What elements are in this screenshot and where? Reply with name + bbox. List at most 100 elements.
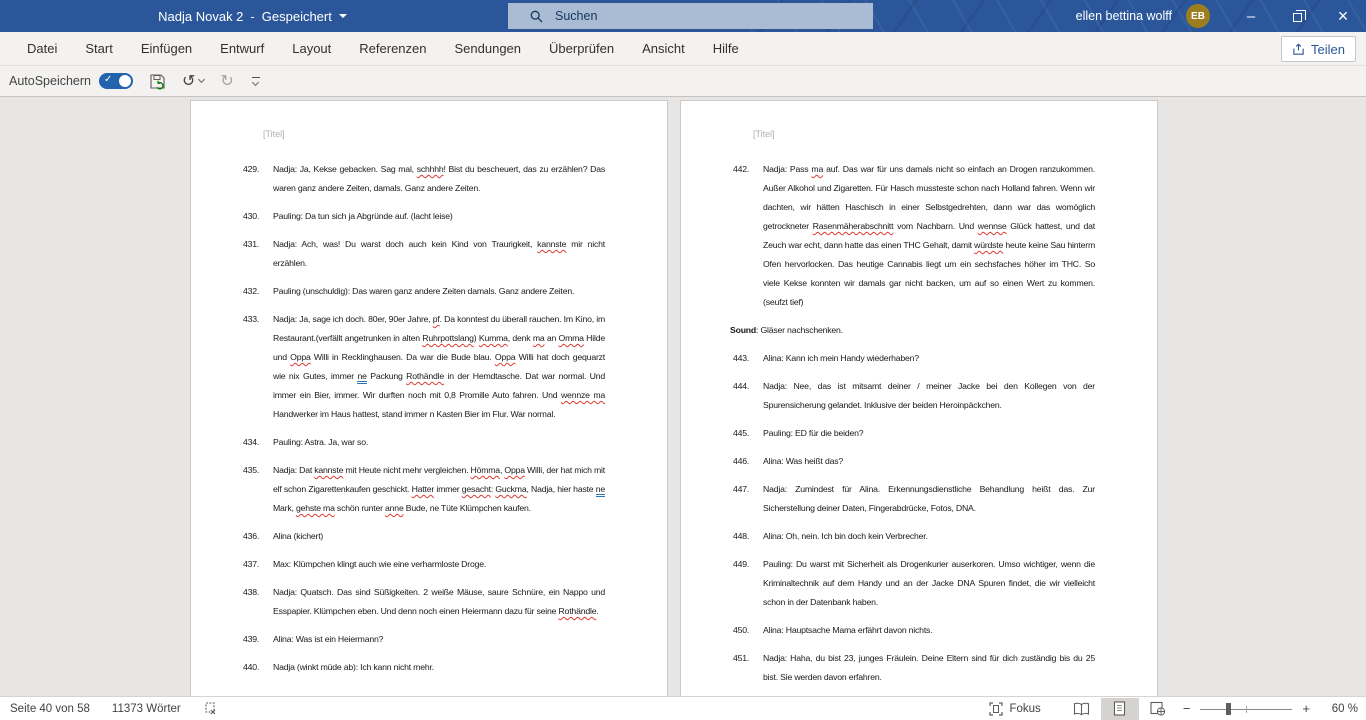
entry-text: Pauling: Du warst mit Sicherheit als Dro… (763, 555, 1095, 612)
entry-number: 448. (733, 527, 763, 546)
close-button[interactable]: × (1320, 0, 1366, 32)
autosave-toggle[interactable]: ✓ (99, 73, 133, 89)
script-entry: 451.Nadja: Haha, du bist 23, junges Fräu… (733, 649, 1157, 687)
script-entry: 430.Pauling: Da tun sich ja Abgründe auf… (243, 207, 667, 226)
tab-hilfe[interactable]: Hilfe (699, 32, 753, 65)
spellcheck-flagged-word: Guckma (495, 484, 526, 494)
word-count[interactable]: 11373 Wörter (112, 703, 181, 715)
entry-number: 431. (243, 235, 273, 273)
entry-number: 447. (733, 480, 763, 518)
ribbon-tab-bar: DateiStartEinfügenEntwurfLayoutReferenze… (0, 32, 1366, 66)
entry-text: Alina: Was heißt das? (763, 452, 1095, 471)
tab-einfgen[interactable]: Einfügen (127, 32, 206, 65)
spellcheck-flagged-word: pf (433, 314, 440, 324)
spellcheck-flagged-word: Hömma (471, 465, 500, 475)
title-placeholder: [Titel] (753, 129, 1157, 139)
entry-text: Pauling: Da tun sich ja Abgründe auf. (l… (273, 207, 605, 226)
share-button[interactable]: Teilen (1281, 36, 1356, 62)
script-entry: 434.Pauling: Astra. Ja, war so. (243, 433, 667, 452)
check-icon: ✓ (104, 74, 112, 85)
entry-number: 449. (733, 555, 763, 612)
spellcheck-flagged-word: Oppa (290, 352, 310, 362)
document-canvas[interactable]: [Titel] 429.Nadja: Ja, Kekse gebacken. S… (0, 97, 1366, 696)
search-input[interactable]: Suchen (508, 3, 873, 29)
tab-sendungen[interactable]: Sendungen (441, 32, 536, 65)
word-window: Nadja Novak 2 - Gespeichert Suchen ellen… (0, 0, 1366, 720)
entry-text: Pauling: Astra. Ja, war so. (273, 433, 605, 452)
print-layout-button[interactable] (1101, 698, 1139, 720)
spellcheck-flagged-word: würdste (974, 240, 1003, 250)
zoom-in-button[interactable]: + (1296, 701, 1316, 716)
entry-text: Nadja: Pass ma auf. Das war für uns dama… (763, 160, 1095, 312)
zoom-slider-handle[interactable] (1226, 703, 1231, 715)
spellcheck-flagged-word: Oppa (504, 465, 524, 475)
script-entry: 442.Nadja: Pass ma auf. Das war für uns … (733, 160, 1157, 312)
entry-number: 438. (243, 583, 273, 621)
document-title[interactable]: Nadja Novak 2 - Gespeichert (0, 0, 505, 32)
tab-berprfen[interactable]: Überprüfen (535, 32, 628, 65)
title-placeholder: [Titel] (263, 129, 667, 139)
customize-toolbar-button[interactable] (252, 77, 260, 85)
minimize-button[interactable]: – (1228, 0, 1274, 32)
entry-number: 436. (243, 527, 273, 546)
account-name[interactable]: ellen bettina wolff (1076, 9, 1172, 23)
spellcheck-flagged-word: kannste (314, 465, 343, 475)
undo-button[interactable]: ↺ (182, 71, 204, 91)
restore-button[interactable] (1274, 0, 1320, 32)
entry-text: Nadja: Ja, sage ich doch. 80er, 90er Jah… (273, 310, 605, 424)
quick-access-toolbar: AutoSpeichern ✓ ↺ ↻ (0, 66, 1366, 97)
print-layout-icon (1113, 701, 1126, 716)
page-indicator[interactable]: Seite 40 von 58 (10, 703, 90, 715)
page-41[interactable]: [Titel] 442.Nadja: Pass ma auf. Das war … (680, 100, 1158, 696)
spellcheck-flagged-word: gesacht (462, 484, 491, 494)
entry-text: Nadja: Haha, du bist 23, junges Fräulein… (763, 649, 1095, 687)
entry-number: 443. (733, 349, 763, 368)
redo-button[interactable]: ↻ (220, 71, 233, 91)
tab-ansicht[interactable]: Ansicht (628, 32, 699, 65)
share-button-label: Teilen (1311, 42, 1345, 57)
spellcheck-flagged-word: Ruhrpottslang (422, 333, 474, 343)
restore-icon (1293, 13, 1302, 22)
read-mode-button[interactable] (1063, 698, 1101, 720)
status-bar: Seite 40 von 58 11373 Wörter Fokus (0, 696, 1366, 720)
script-entry: 440.Nadja (winkt müde ab): Ich kann nich… (243, 658, 667, 677)
script-entry: 447.Nadja: Zumindest für Alina. Erkennun… (733, 480, 1157, 518)
entry-number: 444. (733, 377, 763, 415)
tab-datei[interactable]: Datei (13, 32, 71, 65)
sound-direction: Sound: Gläser nachschenken. (730, 321, 1157, 340)
web-layout-button[interactable] (1139, 698, 1177, 720)
zoom-slider-center-tick (1246, 706, 1247, 713)
entry-number: 442. (733, 160, 763, 312)
zoom-out-button[interactable]: − (1177, 701, 1197, 716)
entry-number: 445. (733, 424, 763, 443)
script-entry: 432.Pauling (unschuldig): Das waren ganz… (243, 282, 667, 301)
zoom-slider[interactable] (1200, 698, 1292, 720)
entry-text: Pauling: ED für die beiden? (763, 424, 1095, 443)
entry-number: 433. (243, 310, 273, 424)
entry-number: 432. (243, 282, 273, 301)
chevron-down-icon (252, 79, 259, 86)
proofing-errors-button[interactable] (203, 701, 218, 716)
tab-referenzen[interactable]: Referenzen (345, 32, 440, 65)
focus-mode-button[interactable]: Fokus (989, 702, 1040, 716)
tab-entwurf[interactable]: Entwurf (206, 32, 278, 65)
page-40[interactable]: [Titel] 429.Nadja: Ja, Kekse gebacken. S… (190, 100, 668, 696)
web-layout-icon (1150, 701, 1166, 716)
script-entry: 449.Pauling: Du warst mit Sicherheit als… (733, 555, 1157, 612)
entry-number: 450. (733, 621, 763, 640)
script-entry: 445.Pauling: ED für die beiden? (733, 424, 1157, 443)
save-button[interactable] (149, 73, 166, 90)
avatar[interactable]: EB (1186, 4, 1210, 28)
spellcheck-flagged-word: Omma (559, 333, 584, 343)
entry-number: 451. (733, 649, 763, 687)
entry-text: Nadja: Ja, Kekse gebacken. Sag mal, schh… (273, 160, 605, 198)
entry-text: Nadja: Dat kannste mit Heute nicht mehr … (273, 461, 605, 518)
spellcheck-flagged-word: Hatter (412, 484, 434, 494)
minimize-icon: – (1247, 8, 1255, 25)
tab-start[interactable]: Start (71, 32, 126, 65)
script-entry: 435.Nadja: Dat kannste mit Heute nicht m… (243, 461, 667, 518)
zoom-level[interactable]: 60 % (1320, 703, 1358, 715)
entry-text: Nadja: Quatsch. Das sind Süßigkeiten. 2 … (273, 583, 605, 621)
tab-layout[interactable]: Layout (278, 32, 345, 65)
entry-text: Alina: Was ist ein Heiermann? (273, 630, 605, 649)
